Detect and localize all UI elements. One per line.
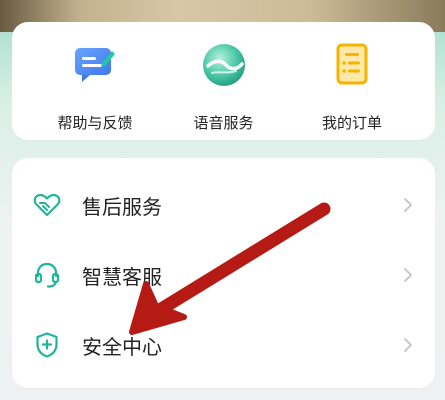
feedback-icon	[70, 40, 120, 90]
my-orders-label: 我的订单	[321, 114, 382, 132]
shield-plus-icon	[32, 330, 62, 360]
handshake-heart-icon	[32, 190, 62, 220]
voice-service-label: 语音服务	[193, 114, 254, 132]
chevron-right-icon	[401, 335, 415, 355]
smart-customer-service-label: 智慧客服	[82, 264, 162, 289]
chevron-right-icon	[401, 195, 415, 215]
security-center-label: 安全中心	[82, 334, 162, 359]
voice-service-button[interactable]: 语音服务	[169, 40, 279, 140]
quick-actions-grid: 帮助与反馈 语音服务 我的订单	[12, 22, 435, 140]
smart-customer-service-row[interactable]: 智慧客服	[12, 240, 435, 310]
security-center-row[interactable]: 安全中心	[12, 310, 435, 380]
help-feedback-label: 帮助与反馈	[57, 114, 133, 132]
after-sales-service-label: 售后服务	[82, 194, 162, 219]
headset-icon	[32, 260, 62, 290]
my-orders-button[interactable]: 我的订单	[297, 40, 407, 140]
order-icon	[327, 40, 377, 90]
quick-actions-card: 帮助与反馈 语音服务 我的订单	[12, 22, 435, 140]
voice-service-icon	[199, 40, 249, 90]
service-list-card: 售后服务 智慧客服 安全中心	[12, 158, 435, 388]
after-sales-service-row[interactable]: 售后服务	[12, 170, 435, 240]
chevron-right-icon	[401, 265, 415, 285]
help-feedback-button[interactable]: 帮助与反馈	[40, 40, 150, 140]
